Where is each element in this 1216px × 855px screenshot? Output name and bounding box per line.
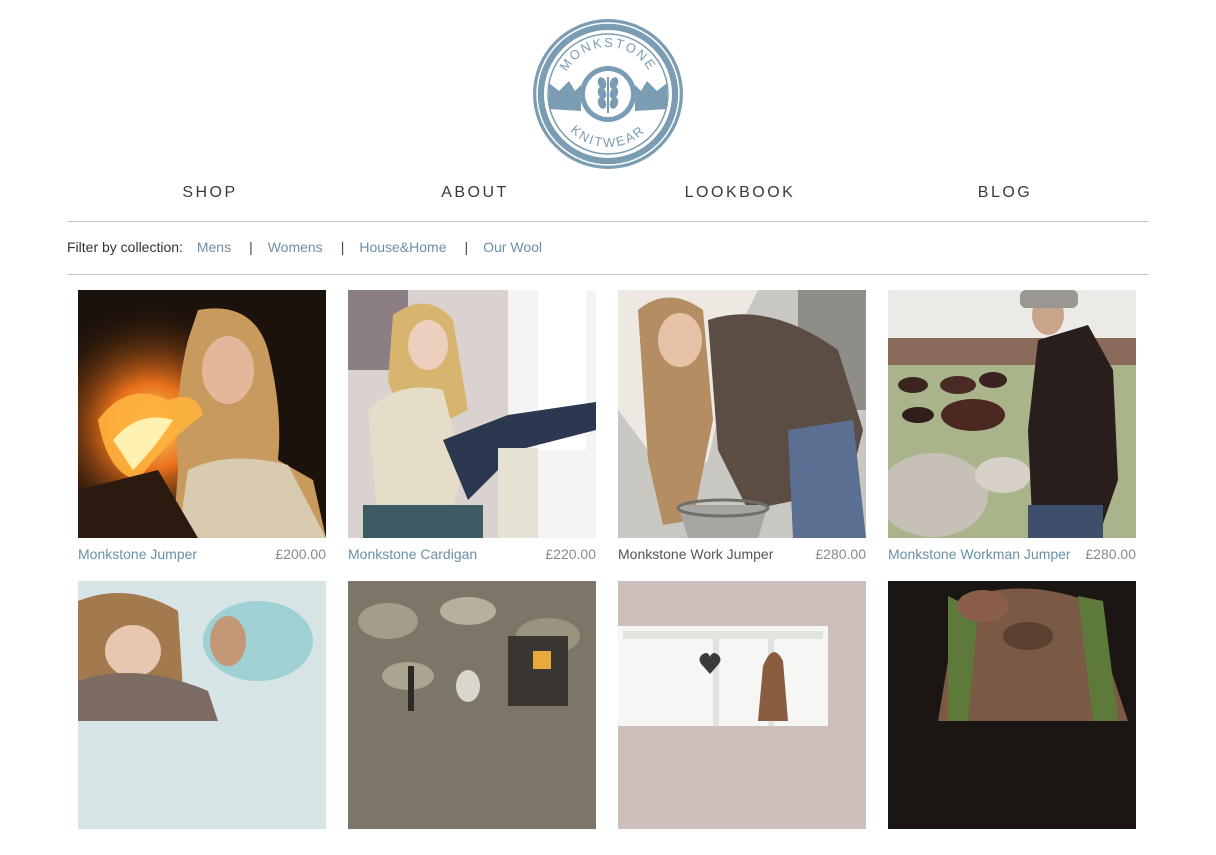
product-photo[interactable] — [888, 290, 1136, 538]
product-price: £280.00 — [1082, 546, 1136, 562]
product-photo[interactable] — [78, 581, 326, 829]
product-price: £220.00 — [542, 546, 596, 562]
filter-womens[interactable]: Womens — [268, 239, 323, 255]
collection-filter: Filter by collection: Mens | Womens | House&… — [67, 239, 542, 259]
nav-blog[interactable]: BLOG — [978, 184, 1032, 202]
filter-mens[interactable]: Mens — [197, 239, 231, 255]
product-photo[interactable] — [348, 290, 596, 538]
product-price: £200.00 — [272, 546, 326, 562]
nav-shop[interactable]: SHOP — [182, 184, 237, 202]
product-photo[interactable] — [618, 581, 866, 829]
product-price: £280.00 — [812, 546, 866, 562]
nav-lookbook[interactable]: LOOKBOOK — [685, 184, 796, 202]
product-photo[interactable] — [618, 290, 866, 538]
monkstone-logo[interactable]: MONKSTONE KNITWEAR — [531, 17, 685, 171]
product-name[interactable]: Monkstone Workman Jumper — [888, 546, 1071, 562]
product-caption — [348, 837, 596, 855]
nav-divider — [67, 221, 1149, 222]
filter-house-home[interactable]: House&Home — [359, 239, 446, 255]
product-name[interactable]: Monkstone Jumper — [78, 546, 197, 562]
filter-separator: | — [464, 239, 469, 255]
main-nav: SHOP ABOUT LOOKBOOK BLOG — [0, 184, 1216, 206]
product-caption — [618, 837, 866, 855]
product-photo[interactable] — [888, 581, 1136, 829]
product-caption: Monkstone Cardigan £220.00 — [348, 546, 596, 564]
product-caption: Monkstone Workman Jumper £280.00 — [888, 546, 1136, 564]
product-caption — [78, 837, 326, 855]
product-name[interactable]: Monkstone Work Jumper — [618, 546, 773, 562]
product-photo[interactable] — [78, 290, 326, 538]
filter-separator: | — [249, 239, 253, 255]
product-caption: Monkstone Jumper £200.00 — [78, 546, 326, 564]
product-photo[interactable] — [348, 581, 596, 829]
nav-about[interactable]: ABOUT — [441, 184, 509, 202]
filter-separator: | — [340, 239, 345, 255]
filter-divider — [67, 274, 1149, 275]
filter-label: Filter by collection: — [67, 239, 183, 255]
product-caption: Monkstone Work Jumper £280.00 — [618, 546, 866, 564]
product-name[interactable]: Monkstone Cardigan — [348, 546, 477, 562]
product-caption — [888, 837, 1136, 855]
filter-our-wool[interactable]: Our Wool — [483, 239, 542, 255]
